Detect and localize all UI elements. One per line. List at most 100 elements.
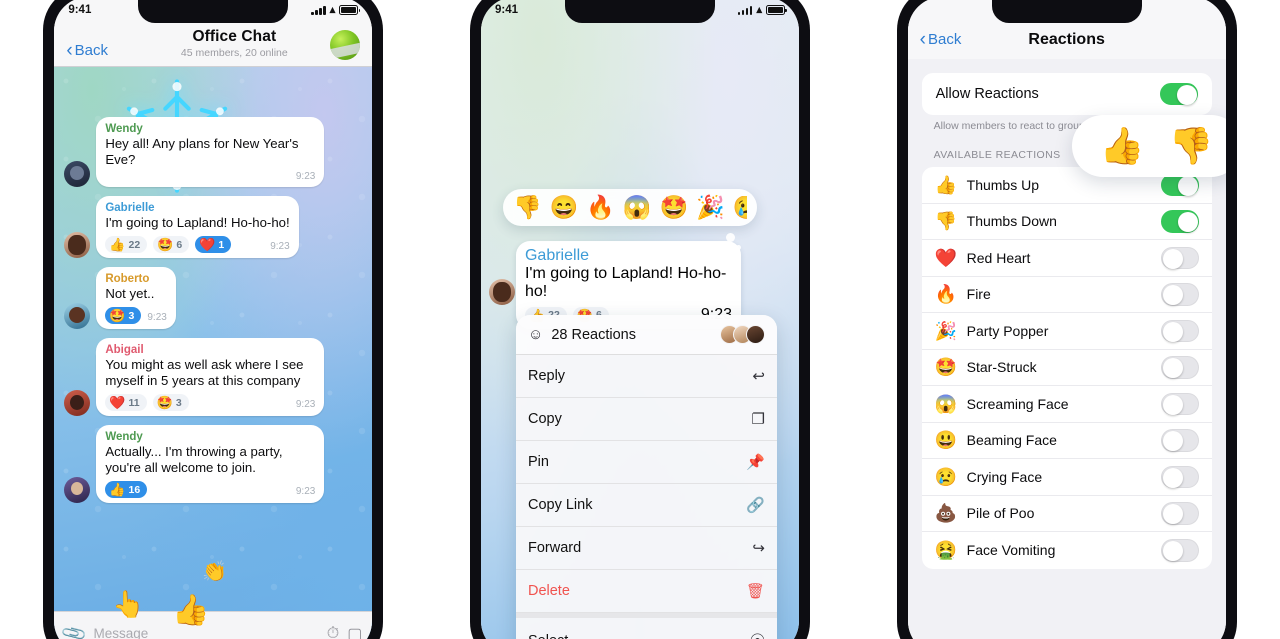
avatar[interactable] [64, 303, 91, 329]
reaction-emoji: ❤️ [109, 395, 126, 410]
chat-title-block[interactable]: Office Chat 45 members, 20 online [138, 28, 330, 59]
group-avatar[interactable] [330, 30, 361, 60]
message-list[interactable]: Wendy Hey all! Any plans for New Year's … [54, 117, 372, 611]
reaction-pill[interactable]: 🤩 6 [153, 236, 190, 253]
back-label: Back [927, 31, 962, 48]
message-bubble[interactable]: Gabrielle I'm going to Lapland! Ho-ho-ho… [96, 196, 299, 258]
list-item[interactable]: 😱 Screaming Face [921, 386, 1212, 423]
thumbs-up-icon: 👍 [1099, 125, 1145, 166]
message-text: Hey all! Any plans for New Year's Eve? [105, 136, 299, 167]
status-time: 9:41 [494, 4, 519, 16]
reactor-avatars[interactable] [719, 325, 765, 344]
reaction-option-star-struck[interactable]: 🤩 [660, 196, 689, 219]
reaction-count: 11 [128, 396, 140, 409]
reaction-option-fire[interactable]: 🔥 [586, 196, 615, 219]
menu-item-pin[interactable]: Pin 📌 [515, 441, 777, 484]
timer-icon[interactable]: ⏱ [327, 625, 339, 639]
reaction-pill-active[interactable]: 👍 16 [105, 481, 148, 498]
reaction-pill-active[interactable]: ❤️ 1 [195, 236, 232, 253]
avatar[interactable] [64, 390, 91, 416]
menu-item-delete[interactable]: Delete 🗑 [515, 570, 777, 613]
reaction-pills[interactable]: ❤️ 11 🤩 3 9:23 [105, 394, 315, 411]
reaction-toggle[interactable] [1160, 319, 1199, 342]
reaction-pill[interactable]: 👍 22 [105, 236, 148, 253]
reaction-pill[interactable]: 🤩 3 [152, 394, 189, 411]
reaction-toggle[interactable] [1160, 465, 1199, 488]
list-item[interactable]: 🤩 Star-Struck [921, 350, 1212, 386]
list-item[interactable]: 🔥 Fire [921, 277, 1212, 313]
list-item[interactable]: 🤮 Face Vomiting [922, 532, 1212, 569]
back-button[interactable]: ‹ Back [66, 41, 138, 60]
menu-item-copy[interactable]: Copy ❐ [515, 398, 777, 441]
reaction-pills[interactable]: 🤩 3 9:23 [105, 307, 167, 324]
reaction-toggle[interactable] [1160, 210, 1199, 233]
phone-1-screen: ‹ Back Office Chat 45 members, 20 online… [54, 0, 373, 639]
reaction-option-screaming[interactable]: 😱 [623, 196, 652, 219]
avatar[interactable] [64, 477, 91, 503]
reaction-name: Face Vomiting [966, 542, 1056, 559]
allow-reactions-label: Allow Reactions [935, 86, 1039, 102]
reaction-pills[interactable]: 👍 16 9:23 [105, 481, 315, 498]
message-row[interactable]: Wendy Hey all! Any plans for New Year's … [64, 117, 362, 187]
camera-icon[interactable]: ▢ [347, 624, 362, 639]
message-row[interactable]: Gabrielle I'm going to Lapland! Ho-ho-ho… [64, 196, 362, 258]
message-bubble[interactable]: Roberto Not yet.. 🤩 3 9:23 [96, 267, 176, 329]
message-bubble[interactable]: Abigail You might as well ask where I se… [96, 338, 325, 416]
reaction-toggle[interactable] [1160, 539, 1199, 562]
crying-face-icon: 😢 [934, 466, 958, 487]
message-bubble[interactable]: Wendy Hey all! Any plans for New Year's … [96, 117, 325, 187]
list-item[interactable]: ❤️ Red Heart [921, 240, 1212, 277]
message-row[interactable]: Wendy Actually... I'm throwing a party, … [64, 425, 362, 503]
reaction-toggle[interactable] [1160, 429, 1199, 452]
message-bubble[interactable]: Wendy Actually... I'm throwing a party, … [96, 425, 325, 503]
back-button[interactable]: ‹ Back [920, 30, 992, 49]
reaction-name: Fire [966, 286, 991, 303]
message-row[interactable]: Roberto Not yet.. 🤩 3 9:23 [64, 267, 362, 329]
phone-2-screen: 9:41 ▴ 👎 😄 🔥 😱 🤩 🎉 😢 Gabriel [480, 0, 799, 639]
list-item[interactable]: 💩 Pile of Poo [921, 496, 1212, 532]
avatar[interactable] [488, 279, 515, 305]
context-menu[interactable]: ☺ 28 Reactions Reply ↩ Copy ❐ Pin 📌 Copy… [515, 315, 777, 639]
context-menu-reactions-header[interactable]: ☺ 28 Reactions [515, 315, 777, 355]
list-item[interactable]: 😃 Beaming Face [921, 423, 1212, 459]
message-input[interactable]: Message [94, 626, 319, 639]
reaction-option-thumbs-down[interactable]: 👎 [513, 196, 542, 219]
avatar[interactable] [64, 161, 91, 187]
reaction-toggle[interactable] [1160, 502, 1199, 525]
reaction-pill-active[interactable]: 🤩 3 [105, 307, 142, 324]
list-item[interactable]: 👎 Thumbs Down [921, 204, 1212, 240]
reaction-toggle[interactable] [1160, 283, 1199, 306]
menu-item-select[interactable]: Select ⦿ [515, 613, 777, 639]
reaction-toggle[interactable] [1160, 246, 1199, 269]
status-indicators: ▴ [311, 3, 361, 16]
reaction-toggle[interactable] [1160, 356, 1199, 379]
reaction-toggle[interactable] [1160, 392, 1199, 415]
device-notch [564, 0, 715, 23]
avatar[interactable] [64, 232, 91, 258]
paperclip-icon[interactable]: 📎 [61, 619, 90, 639]
wifi-icon: ▴ [329, 3, 336, 16]
reaction-pill[interactable]: ❤️ 11 [105, 394, 147, 411]
allow-reactions-row[interactable]: Allow Reactions [921, 73, 1212, 115]
menu-item-forward[interactable]: Forward ↪ [515, 527, 777, 570]
message-input-bar[interactable]: 📎 Message ⏱ ▢ [54, 611, 373, 639]
menu-item-copy-link[interactable]: Copy Link 🔗 [515, 484, 777, 527]
allow-reactions-toggle[interactable] [1159, 82, 1198, 106]
forward-icon: ↪ [752, 540, 765, 557]
reaction-picker[interactable]: 👎 😄 🔥 😱 🤩 🎉 😢 [502, 189, 757, 226]
reaction-name: Beaming Face [966, 432, 1057, 449]
section-header-available-reactions: AVAILABLE REACTIONS [933, 149, 1061, 161]
menu-label: Select [528, 633, 750, 639]
list-item[interactable]: 😢 Crying Face [921, 459, 1212, 496]
message-row[interactable]: Abigail You might as well ask where I se… [64, 338, 362, 416]
menu-item-reply[interactable]: Reply ↩ [515, 355, 777, 398]
reaction-name: Screaming Face [966, 395, 1069, 412]
reaction-option-party-popper[interactable]: 🎉 [696, 196, 725, 219]
reaction-emoji: 🤩 [157, 237, 174, 252]
reaction-option-crying[interactable]: 😢 [733, 196, 747, 219]
available-reactions-list[interactable]: 👍 Thumbs Up 👎 Thumbs Down ❤️ Red Heart 🔥… [921, 167, 1212, 569]
list-item[interactable]: 🎉 Party Popper [921, 313, 1212, 350]
star-struck-icon: 🤩 [934, 357, 958, 378]
reaction-pills[interactable]: 👍 22 🤩 6 ❤️ 1 9:23 [105, 236, 290, 253]
reaction-option-grinning[interactable]: 😄 [550, 196, 579, 219]
